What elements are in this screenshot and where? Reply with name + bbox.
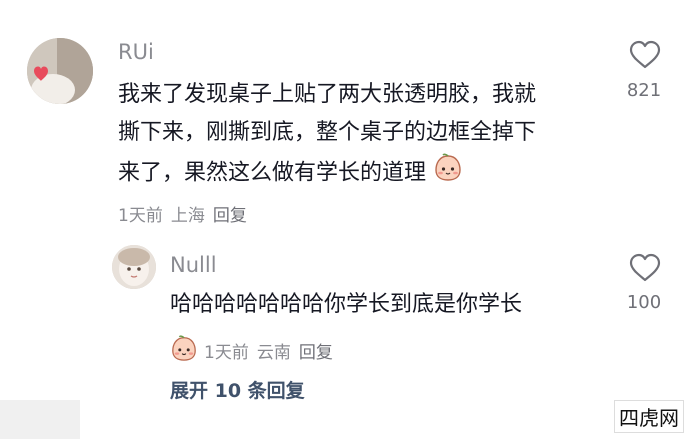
comment-text-line: 撕下来，刚撕到底，整个桌子的边框全掉下 xyxy=(118,120,537,145)
avatar-rui[interactable] xyxy=(27,38,93,104)
comment-username[interactable]: RUi xyxy=(118,40,154,64)
peach-face-emoji-icon xyxy=(433,152,463,195)
reply-like-count: 100 xyxy=(626,292,662,313)
expand-replies-button[interactable]: 展开 10 条回复 xyxy=(170,376,305,403)
comment-meta: 1天前 上海 回复 xyxy=(118,201,255,226)
avatar-image xyxy=(112,245,156,289)
reply-time: 1天前 xyxy=(204,343,249,363)
comment-text-line-content: 来了，果然这么做有学长的道理 xyxy=(118,160,427,186)
reply-username[interactable]: Nulll xyxy=(170,253,217,277)
watermark: 四虎网 xyxy=(614,400,684,433)
background-band xyxy=(0,400,80,439)
comment-text-line: 来了，果然这么做有学长的道理 xyxy=(118,152,536,195)
comment-time: 1天前 xyxy=(118,206,163,226)
comment-text-line: 我来了发现桌子上贴了两大张透明胶，我就 xyxy=(118,82,537,107)
reply-reply-button[interactable]: 回复 xyxy=(299,338,333,363)
comment-like-count: 821 xyxy=(626,80,662,101)
peach-face-emoji-icon xyxy=(170,334,198,367)
comment-reply-button[interactable]: 回复 xyxy=(213,206,247,226)
reply-location: 云南 xyxy=(256,343,291,363)
avatar-nulll[interactable] xyxy=(112,245,156,289)
comment-text: 我来了发现桌子上贴了两大张透明胶，我就 撕下来，刚撕到底，整个桌子的边框全掉下 … xyxy=(118,76,536,195)
comment-location: 上海 xyxy=(170,206,205,226)
avatar-image xyxy=(27,38,93,104)
reply-meta: 1天前 云南 回复 xyxy=(170,334,341,367)
reply-text: 哈哈哈哈哈哈哈你学长到底是你学长 xyxy=(170,292,523,317)
heart-outline-icon[interactable] xyxy=(628,253,662,287)
heart-outline-icon[interactable] xyxy=(628,40,662,74)
